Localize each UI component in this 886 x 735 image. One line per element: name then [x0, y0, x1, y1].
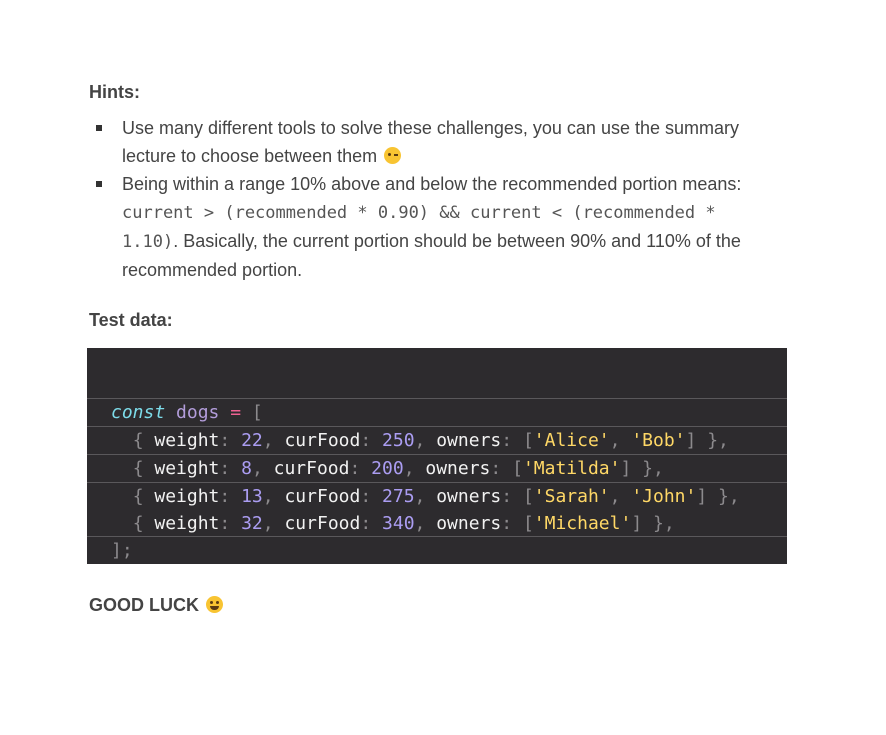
- code-line: { weight: 13, curFood: 275, owners: ['Sa…: [87, 456, 787, 507]
- code-block: const dogs = [ { weight: 22, curFood: 25…: [87, 348, 787, 564]
- hint-text: Being within a range 10% above and below…: [122, 174, 742, 194]
- code-line: { weight: 32, curFood: 340, owners: ['Mi…: [132, 513, 675, 534]
- hint-text: recommended portion.: [122, 260, 303, 280]
- hints-heading: Hints:: [89, 82, 140, 102]
- bullet-marker: [96, 181, 102, 187]
- hint-item-range: Being within a range 10% above and below…: [89, 170, 789, 284]
- code-divider: [87, 536, 787, 537]
- hint-text: Use many different tools to solve these …: [122, 118, 739, 166]
- good-luck-text: GOOD LUCK: [89, 595, 224, 616]
- hint-item-tools: Use many different tools to solve these …: [89, 114, 789, 170]
- code-line: const dogs = [: [87, 372, 787, 423]
- inline-code: 1.10): [122, 232, 174, 252]
- test-data-heading: Test data:: [89, 310, 173, 330]
- hint-text: . Basically, the current portion should …: [173, 231, 741, 251]
- grinning-face-icon: [206, 596, 224, 613]
- code-punctuation: ];: [111, 540, 133, 561]
- code-line: { weight: 8, curFood: 200, owners: ['Mat…: [87, 428, 787, 479]
- hints-list: Use many different tools to solve these …: [89, 114, 789, 284]
- winking-face-icon: [384, 147, 402, 164]
- inline-code: current > (recommended * 0.90) && curren…: [122, 203, 716, 223]
- code-line: { weight: 22, curFood: 250, owners: ['Al…: [87, 400, 787, 451]
- good-luck-label: GOOD LUCK: [89, 595, 199, 615]
- code-line: ];: [87, 510, 787, 561]
- bullet-marker: [96, 125, 102, 131]
